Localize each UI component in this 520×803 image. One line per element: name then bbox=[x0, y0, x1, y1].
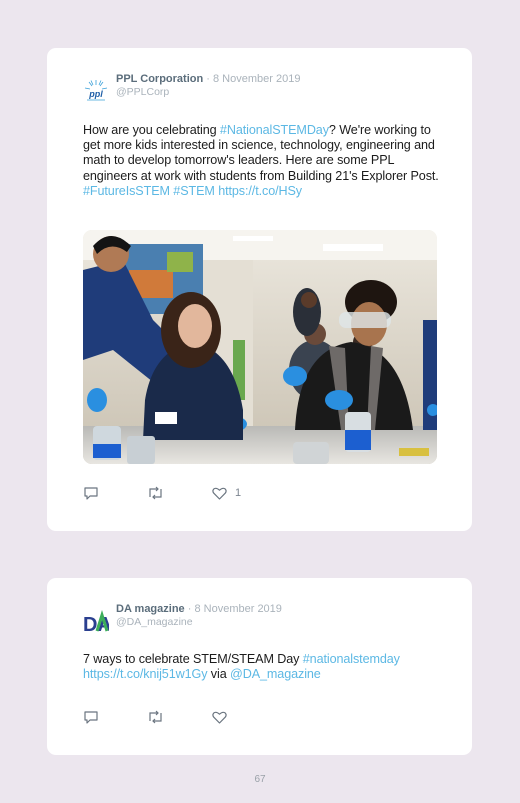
hashtag-link[interactable]: #FutureIsSTEM bbox=[83, 184, 170, 198]
retweet-button[interactable] bbox=[147, 486, 164, 500]
hashtag-link[interactable]: #nationalstemday bbox=[303, 652, 400, 666]
hashtag-link[interactable]: #NationalSTEMDay bbox=[220, 123, 329, 137]
author-handle[interactable]: @DA_magazine bbox=[116, 616, 282, 629]
reply-icon bbox=[84, 487, 98, 500]
meta-separator: · bbox=[187, 603, 192, 615]
hashtag-link[interactable]: #STEM bbox=[173, 184, 215, 198]
tweet-text: 7 ways to celebrate STEM/STEAM Day #nati… bbox=[83, 652, 442, 682]
tweet-meta: DA magazine · 8 November 2019 @DA_magazi… bbox=[116, 603, 282, 629]
tweet-header: DA DA magazine · 8 November 2019 @DA_mag… bbox=[83, 603, 282, 637]
like-button[interactable] bbox=[212, 711, 235, 724]
tweet-card: ppl PPL Corporation · 8 November 2019 @P… bbox=[47, 48, 472, 531]
like-button[interactable]: 1 bbox=[212, 487, 241, 500]
like-icon bbox=[212, 487, 227, 500]
tweet-actions bbox=[83, 710, 283, 724]
reply-button[interactable] bbox=[83, 486, 99, 500]
ppl-logo-avatar[interactable]: ppl bbox=[83, 77, 109, 107]
retweet-button[interactable] bbox=[147, 710, 164, 724]
reply-button[interactable] bbox=[83, 710, 99, 724]
da-magazine-logo-avatar[interactable]: DA bbox=[83, 607, 109, 637]
tweet-text: How are you celebrating #NationalSTEMDay… bbox=[83, 123, 442, 199]
page-number: 67 bbox=[254, 774, 266, 785]
like-count: 1 bbox=[235, 487, 242, 499]
url-link[interactable]: https://t.co/HSy bbox=[218, 184, 302, 198]
tweet-text-segment: How are you celebrating bbox=[83, 123, 220, 137]
tweet-meta: PPL Corporation · 8 November 2019 @PPLCo… bbox=[116, 73, 300, 99]
tweet-actions: 1 bbox=[83, 486, 289, 500]
reply-icon bbox=[84, 711, 98, 724]
tweet-date[interactable]: 8 November 2019 bbox=[213, 73, 300, 85]
stem-lab-photo bbox=[83, 230, 437, 464]
tweet-header: ppl PPL Corporation · 8 November 2019 @P… bbox=[83, 73, 300, 107]
avatar-text: ppl bbox=[88, 89, 103, 99]
retweet-icon bbox=[149, 486, 162, 500]
retweet-icon bbox=[149, 710, 162, 724]
url-link[interactable]: https://t.co/knij51w1Gy bbox=[83, 667, 208, 681]
tweet-date[interactable]: 8 November 2019 bbox=[194, 603, 281, 615]
author-name[interactable]: DA magazine bbox=[116, 603, 185, 615]
tweet-text-segment: 7 ways to celebrate STEM/STEAM Day bbox=[83, 652, 303, 666]
mention-link[interactable]: @DA_magazine bbox=[230, 667, 321, 681]
author-name[interactable]: PPL Corporation bbox=[116, 73, 203, 85]
tweet-photo[interactable] bbox=[83, 230, 437, 464]
author-handle[interactable]: @PPLCorp bbox=[116, 86, 300, 99]
tweet-card: DA DA magazine · 8 November 2019 @DA_mag… bbox=[47, 578, 472, 755]
meta-separator: · bbox=[206, 73, 210, 85]
like-icon bbox=[212, 711, 227, 724]
tweet-text-segment: via bbox=[207, 667, 231, 682]
